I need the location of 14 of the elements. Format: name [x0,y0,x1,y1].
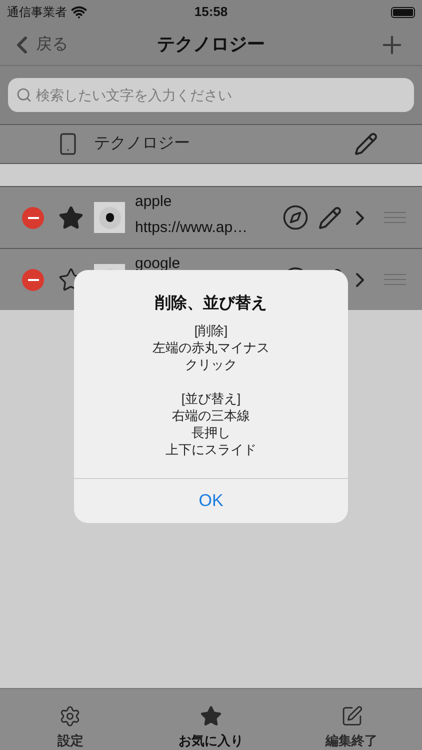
alert-title: 削除、並び替え [155,294,267,314]
category-name: テクノロジー [94,134,191,154]
alert-message-line: クリック [185,356,237,373]
screen-title: テクノロジー [157,33,265,56]
bookmark-url: https://www.ap… [135,218,249,238]
carrier-name: 通信事業者 [7,4,67,21]
alert-message-line: 左端の赤丸マイナス [152,339,270,356]
alert-message-line: [削除] [194,322,228,339]
status-time: 15:58 [194,3,228,22]
alert-message-line: 右端の三本線 [172,407,250,424]
alert-message-line: 長押し [192,424,230,441]
alert-message-line: 上下にスライド [166,441,256,458]
bookmark-title: apple [135,192,173,212]
alert-message-line: [並び替え] [181,390,241,407]
